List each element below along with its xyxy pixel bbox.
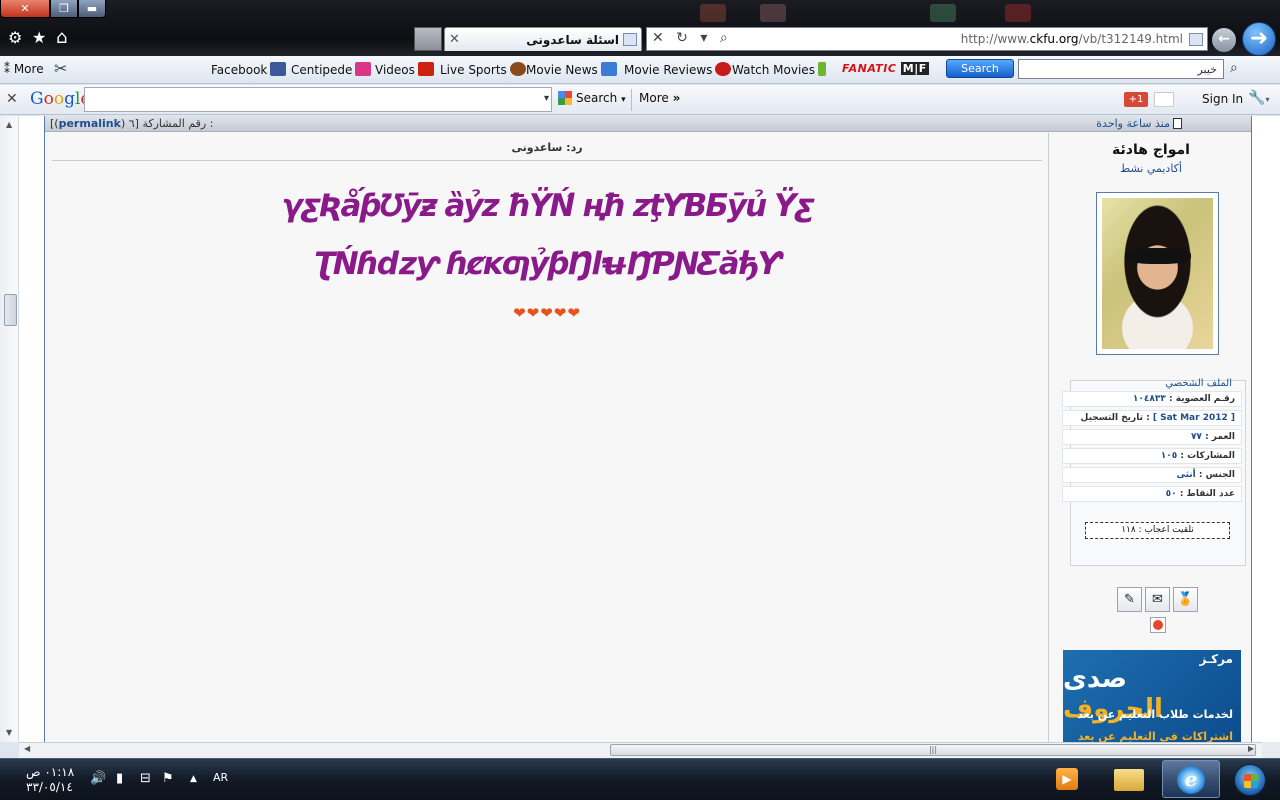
post-text-line: γƹƦǻƥƱȳƶ ȁỷz ħŸŃ́ ңħ zţΥƁƂȳủ Ϋƹ: [281, 188, 815, 224]
permalink[interactable]: [(permalink) ٦] رقم المشاركة :: [50, 117, 213, 130]
post-time: منذ ساعة واحدة: [1096, 117, 1182, 130]
fav-videos[interactable]: Videos: [375, 62, 434, 77]
taskbar-file-explorer[interactable]: [1110, 760, 1150, 798]
profile-field: المشاركات : ١٠٥: [1062, 448, 1242, 464]
window-minimize-button[interactable]: ▬: [78, 0, 106, 18]
address-controls-icon[interactable]: ✕ ↻ ▾ ⌕: [652, 30, 732, 46]
thanks-count: تلقيت اعجاب : ١١٨: [1085, 522, 1230, 539]
vertical-scrollbar[interactable]: [0, 116, 19, 742]
fav-live-sports[interactable]: Live Sports: [440, 62, 526, 77]
address-url[interactable]: http://www.ckfu.org/vb/t312149.html: [961, 32, 1183, 46]
window-close-button[interactable]: ✕: [0, 0, 50, 18]
avatar[interactable]: [1096, 192, 1219, 355]
google-plus-one-button[interactable]: +1: [1124, 92, 1148, 107]
medal-icon[interactable]: 🏅: [1173, 587, 1198, 612]
reply-title: رد: ساعدونى: [52, 141, 1042, 161]
favorites-more-button[interactable]: ⁑ More: [4, 62, 44, 76]
scroll-left-icon[interactable]: ◀: [24, 744, 30, 753]
user-title: أكاديمي نشط: [1120, 162, 1182, 175]
toolbar-search-button[interactable]: Search: [946, 59, 1014, 78]
toolbar-search-input[interactable]: خيبر: [1018, 59, 1224, 79]
action-center-icon[interactable]: ⚑: [162, 771, 174, 786]
google-logo: Google: [30, 89, 90, 109]
google-more-button[interactable]: More »: [639, 91, 680, 105]
network-icon[interactable]: ▮: [116, 771, 123, 786]
new-tab-button[interactable]: [414, 27, 442, 51]
background-thumb: [930, 4, 956, 22]
forward-button[interactable]: ➜: [1242, 22, 1276, 56]
edit-icon[interactable]: ✎: [1117, 587, 1142, 612]
vertical-scroll-thumb[interactable]: [4, 294, 17, 326]
scroll-right-icon[interactable]: ▶: [1248, 744, 1254, 753]
tab-title: اسئلة ساعدونى: [526, 33, 619, 47]
horizontal-scroll-thumb[interactable]: |||: [610, 744, 1256, 756]
search-icon[interactable]: ⌕: [1230, 60, 1238, 76]
background-thumb: [760, 4, 786, 22]
wrench-icon[interactable]: 🔧▾: [1248, 90, 1269, 106]
background-thumb: [1005, 4, 1031, 22]
home-icon[interactable]: ⌂: [56, 28, 67, 48]
back-button[interactable]: ←: [1212, 28, 1236, 52]
plus-one-count: [1154, 92, 1174, 107]
site-favicon-icon: [1189, 33, 1203, 46]
taskbar-internet-explorer[interactable]: e: [1162, 760, 1220, 798]
window-restore-button[interactable]: ❐: [50, 0, 78, 18]
show-hidden-icons[interactable]: ▲: [190, 774, 197, 784]
post-header: [45, 116, 1251, 132]
background-thumb: [700, 4, 726, 22]
google-search-button[interactable]: Search ▾: [558, 91, 626, 105]
tab-active[interactable]: ✕ اسئلة ساعدونى: [444, 27, 642, 51]
google-search-input[interactable]: ▾: [84, 87, 552, 112]
sign-in-button[interactable]: Sign In: [1202, 92, 1243, 106]
scrollbar-corner: [1262, 742, 1280, 758]
fanatic-logo[interactable]: FANATIC M|F: [842, 62, 934, 78]
fav-facebook[interactable]: Facebook: [211, 62, 287, 77]
profile-field: الجنس : أنثى: [1062, 467, 1242, 483]
favorites-star-icon[interactable]: ★: [32, 28, 46, 48]
hearts-icon: ❤❤❤❤❤: [513, 304, 581, 322]
language-indicator[interactable]: AR: [213, 771, 228, 784]
fav-movie-reviews[interactable]: Movie Reviews: [624, 62, 732, 77]
message-icon[interactable]: ✉: [1145, 587, 1170, 612]
toolbar-close-icon[interactable]: ✕: [6, 91, 18, 107]
badge-icon[interactable]: [1150, 617, 1166, 633]
profile-field: رقـم العضوية : ١٠٤٨٣٣: [1062, 391, 1242, 407]
tab-favicon-icon: [623, 33, 637, 46]
start-button[interactable]: [1228, 760, 1272, 798]
profile-header[interactable]: الملف الشخصي: [1080, 378, 1232, 389]
post-text-line: ƮŃɦǳƴ ɦȼĸƣỷƥŊŀʉŊƤƝƸăђƳ: [313, 246, 783, 282]
power-icon[interactable]: ⊟: [140, 771, 151, 786]
taskbar-media-player[interactable]: ▶: [1050, 760, 1084, 798]
fav-watch-movies[interactable]: Watch Movies: [732, 62, 826, 77]
address-bar[interactable]: ✕ ↻ ▾ ⌕ http://www.ckfu.org/vb/t312149.h…: [646, 27, 1208, 51]
profile-field: عدد النقاط : ٥٠: [1062, 486, 1242, 502]
profile-field: العمر : ٧٧: [1062, 429, 1242, 445]
volume-icon[interactable]: 🔊: [90, 771, 106, 786]
taskbar-clock[interactable]: ٠١:١٨ ص ٣٣/٠٥/١٤: [26, 765, 74, 795]
post-divider: [1048, 133, 1049, 742]
post-icon: [1173, 118, 1182, 129]
tab-strip: ✕ اسئلة ساعدونى: [414, 27, 642, 51]
fav-centipede[interactable]: Centipede: [291, 62, 372, 77]
tools-icon[interactable]: ✂: [54, 59, 67, 78]
toolbar-divider: [631, 89, 632, 111]
fav-movie-news[interactable]: Movie News: [526, 62, 617, 77]
profile-field: تاريخ التسجيل : [ Sat Mar 2012 ]: [1062, 410, 1242, 426]
username[interactable]: امواج هادئة: [1058, 142, 1244, 158]
google-icon: [558, 91, 572, 105]
ad-banner[interactable]: مركـز صدى الحروف لخدمات طلاب التعليم عن …: [1063, 650, 1241, 742]
dropdown-icon[interactable]: ▾: [544, 93, 549, 104]
scroll-up-icon[interactable]: ▲: [6, 120, 12, 129]
scroll-down-icon[interactable]: ▼: [6, 728, 12, 737]
gear-icon[interactable]: ⚙: [8, 28, 22, 48]
tab-close-icon[interactable]: ✕: [449, 32, 460, 47]
